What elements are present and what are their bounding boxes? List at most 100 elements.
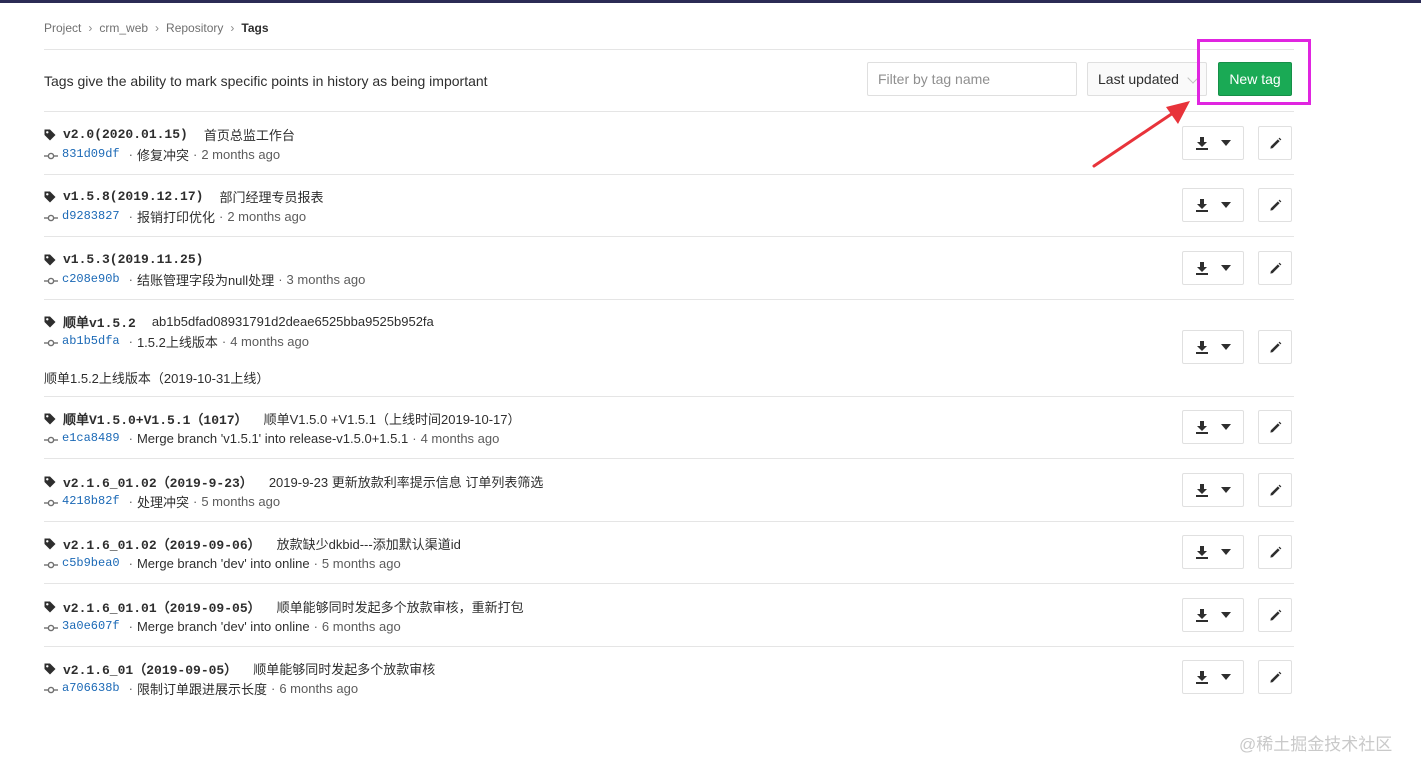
commit-icon	[44, 496, 58, 507]
separator-dot: ·	[128, 680, 133, 696]
breadcrumb: Project › crm_web › Repository › Tags	[44, 20, 269, 36]
caret-down-icon	[1221, 424, 1231, 430]
commit-sha-link[interactable]: c5b9bea0	[62, 556, 120, 570]
tag-icon	[44, 600, 56, 613]
caret-down-icon	[1221, 674, 1231, 680]
commit-time: 2 months ago	[201, 146, 281, 162]
download-dropdown-button[interactable]	[1182, 188, 1244, 222]
sort-dropdown[interactable]: Last updated	[1087, 62, 1207, 96]
download-icon	[1195, 483, 1209, 497]
commit-message: 修复冲突	[136, 147, 189, 163]
tag-name-link[interactable]: 顺单v1.5.2	[63, 312, 136, 331]
edit-release-button[interactable]	[1258, 188, 1292, 222]
commit-sha-link[interactable]: ab1b5dfa	[62, 334, 120, 348]
tag-message: 部门经理专员报表	[219, 189, 324, 205]
tag-name-link[interactable]: v2.1.6_01.01（2019-09-05）	[63, 597, 261, 616]
tag-name-link[interactable]: v1.5.8(2019.12.17)	[63, 189, 203, 204]
breadcrumb-repository[interactable]: Repository	[166, 21, 223, 35]
tag-name-link[interactable]: v1.5.3(2019.11.25)	[63, 252, 203, 267]
download-dropdown-button[interactable]	[1182, 410, 1244, 444]
tag-icon	[44, 662, 56, 675]
row-divider	[44, 583, 1294, 584]
commit-line: c208e90b · 结账管理字段为null处理 · 3 months ago	[44, 270, 365, 288]
edit-release-button[interactable]	[1258, 251, 1292, 285]
edit-release-button[interactable]	[1258, 660, 1292, 694]
breadcrumb-crm-web[interactable]: crm_web	[99, 21, 148, 35]
commit-sha-link[interactable]: 831d09df	[62, 147, 120, 161]
chevron-right-icon: ›	[88, 21, 93, 35]
tag-name-link[interactable]: v2.1.6_01.02（2019-9-23）	[63, 472, 253, 491]
tag-name-link[interactable]: 顺单V1.5.0+V1.5.1（1017）	[63, 409, 248, 428]
tag-icon	[44, 190, 56, 203]
separator-dot: ·	[128, 493, 133, 509]
sort-dropdown-label: Last updated	[1098, 71, 1179, 87]
commit-sha-link[interactable]: a706638b	[62, 681, 120, 695]
download-dropdown-button[interactable]	[1182, 251, 1244, 285]
row-divider	[44, 299, 1294, 300]
edit-release-button[interactable]	[1258, 535, 1292, 569]
filter-tags-input[interactable]	[867, 62, 1077, 96]
commit-line: ab1b5dfa · 1.5.2上线版本 · 4 months ago	[44, 332, 309, 350]
chevron-right-icon: ›	[155, 21, 160, 35]
tag-icon	[44, 253, 56, 266]
tag-title-line: v1.5.8(2019.12.17) 部门经理专员报表	[44, 187, 323, 205]
commit-sha-link[interactable]: 3a0e607f	[62, 619, 120, 633]
edit-release-button[interactable]	[1258, 410, 1292, 444]
commit-line: 831d09df · 修复冲突 · 2 months ago	[44, 145, 280, 163]
commit-icon	[44, 274, 58, 285]
tag-name-link[interactable]: v2.0(2020.01.15)	[63, 127, 188, 142]
download-dropdown-button[interactable]	[1182, 535, 1244, 569]
tag-name-link[interactable]: v2.1.6_01（2019-09-05）	[63, 659, 237, 678]
tag-title-line: 顺单v1.5.2 ab1b5dfad08931791d2deae6525bba95…	[44, 312, 434, 331]
commit-sha-link[interactable]: c208e90b	[62, 272, 120, 286]
breadcrumb-project[interactable]: Project	[44, 21, 81, 35]
separator-dot: ·	[412, 430, 417, 446]
download-icon	[1195, 670, 1209, 684]
row-divider	[44, 521, 1294, 522]
download-dropdown-button[interactable]	[1182, 598, 1244, 632]
separator-dot: ·	[218, 208, 224, 224]
commit-icon	[44, 433, 58, 444]
caret-down-icon	[1221, 549, 1231, 555]
edit-release-button[interactable]	[1258, 330, 1292, 364]
commit-icon	[44, 336, 58, 347]
breadcrumb-tags: Tags	[241, 21, 269, 35]
tag-title-line: 顺单V1.5.0+V1.5.1（1017） 顺单V1.5.0 +V1.5.1（上线…	[44, 409, 521, 428]
tag-name-link[interactable]: v2.1.6_01.02（2019-09-06）	[63, 534, 261, 553]
download-icon	[1195, 420, 1209, 434]
separator-dot: ·	[128, 271, 133, 287]
divider	[44, 49, 1294, 50]
commit-sha-link[interactable]: e1ca8489	[62, 431, 120, 445]
pencil-icon	[1269, 671, 1282, 684]
commit-message: Merge branch 'dev' into online	[136, 555, 310, 571]
tag-title-line: v2.1.6_01.02（2019-09-06） 放款缺少dkbid---添加默认…	[44, 534, 461, 553]
download-dropdown-button[interactable]	[1182, 126, 1244, 160]
row-divider	[44, 174, 1294, 175]
commit-message: Merge branch 'v1.5.1' into release-v1.5.…	[136, 430, 409, 446]
download-dropdown-button[interactable]	[1182, 660, 1244, 694]
tag-message: 首页总监工作台	[203, 127, 295, 143]
pencil-icon	[1269, 484, 1282, 497]
tag-icon	[44, 315, 56, 328]
edit-release-button[interactable]	[1258, 598, 1292, 632]
pencil-icon	[1269, 341, 1282, 354]
tag-message: 顺单能够同时发起多个放款审核，重新打包	[276, 599, 524, 615]
commit-message: 1.5.2上线版本	[136, 334, 218, 350]
separator-dot: ·	[128, 555, 133, 571]
edit-release-button[interactable]	[1258, 126, 1292, 160]
download-dropdown-button[interactable]	[1182, 330, 1244, 364]
separator-dot: ·	[313, 618, 318, 634]
release-note: 顺单1.5.2上线版本（2019-10-31上线）	[44, 371, 270, 386]
tag-message: 顺单V1.5.0 +V1.5.1（上线时间2019-10-17）	[263, 411, 521, 427]
new-tag-button[interactable]: New tag	[1218, 62, 1292, 96]
download-dropdown-button[interactable]	[1182, 473, 1244, 507]
separator-dot: ·	[313, 555, 318, 571]
caret-down-icon	[1221, 344, 1231, 350]
commit-sha-link[interactable]: 4218b82f	[62, 494, 120, 508]
top-bar	[0, 0, 1421, 3]
commit-sha-link[interactable]: d9283827	[62, 209, 120, 223]
edit-release-button[interactable]	[1258, 473, 1292, 507]
separator-dot: ·	[221, 333, 227, 349]
commit-time: 6 months ago	[321, 618, 401, 634]
commit-line: d9283827 · 报销打印优化 · 2 months ago	[44, 207, 306, 225]
